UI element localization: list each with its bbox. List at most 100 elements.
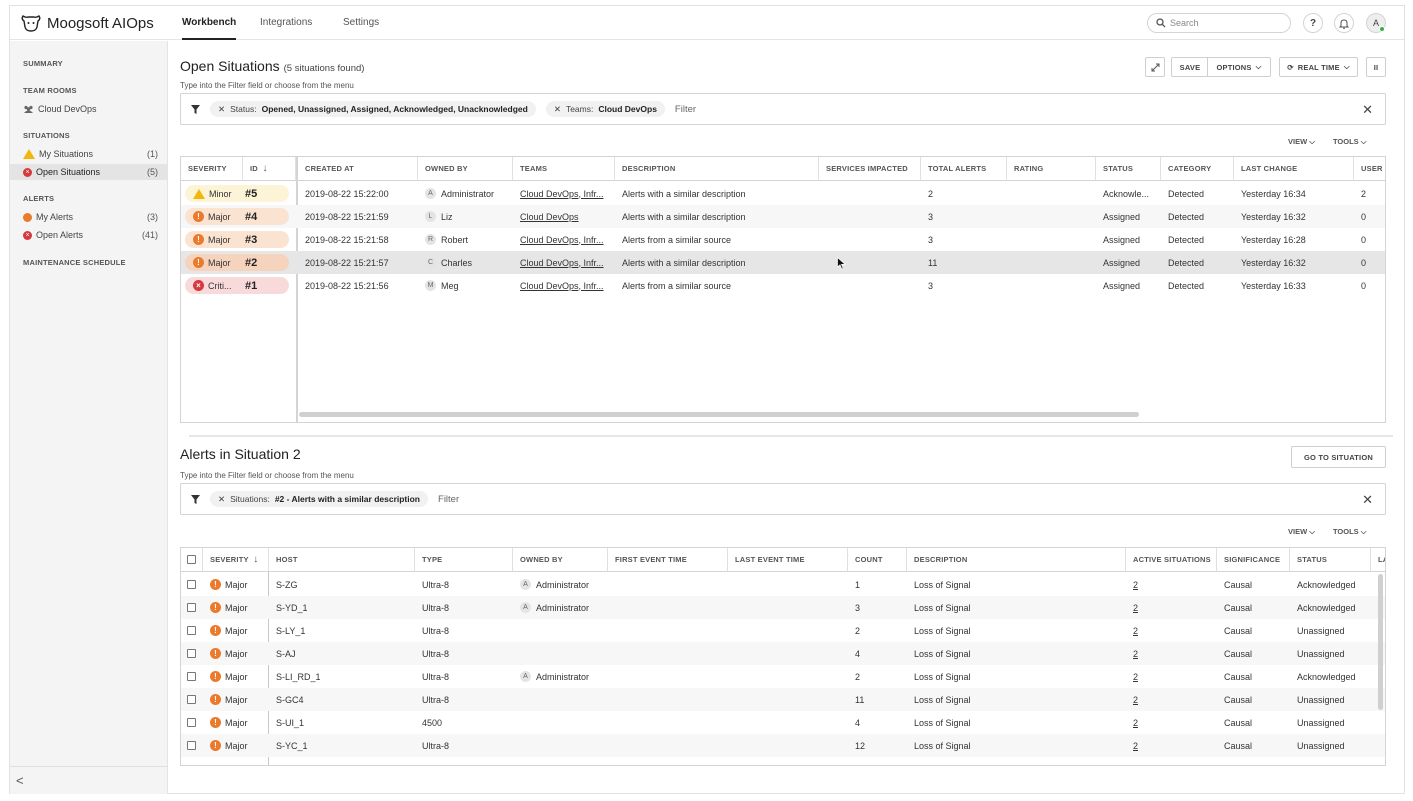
cell-teams-link[interactable]: Cloud DevOps, Infr... — [513, 251, 615, 274]
col-last-change[interactable]: LAST CHANGE — [1234, 157, 1354, 181]
col-user-comments[interactable]: USER C — [1354, 157, 1385, 181]
filter-chip-status[interactable]: ✕ Status: Opened, Unassigned, Assigned, Ac… — [210, 101, 536, 117]
vertical-scrollbar[interactable] — [1378, 574, 1383, 710]
tools-menu[interactable]: TOOLS ⌵ — [1333, 137, 1366, 147]
remove-chip-icon[interactable]: ✕ — [554, 104, 561, 115]
row-checkbox[interactable] — [187, 626, 196, 635]
col-description[interactable]: DESCRIPTION — [615, 157, 819, 181]
col-count[interactable]: COUNT — [848, 548, 907, 572]
col-type[interactable]: TYPE — [415, 548, 513, 572]
notifications-button[interactable] — [1334, 13, 1354, 33]
col-total-alerts[interactable]: TOTAL ALERTS — [921, 157, 1007, 181]
sidebar-collapse-button[interactable]: < — [10, 766, 168, 794]
table-row[interactable]: ! Major S-AJ Ultra-8 4 Loss of Signal 2 C… — [181, 642, 1385, 665]
select-all-checkbox[interactable] — [187, 555, 196, 564]
options-button[interactable]: OPTIONS ⌵ — [1207, 57, 1271, 77]
cell-active-situations-link[interactable]: 2 — [1126, 596, 1138, 619]
cell-teams-link[interactable]: Cloud DevOps, Infr... — [513, 182, 615, 205]
situations-filter-bar[interactable]: ✕ Status: Opened, Unassigned, Assigned, Ac… — [180, 93, 1386, 125]
tools-menu[interactable]: TOOLS ⌵ — [1333, 527, 1366, 537]
sidebar-item-my-alerts[interactable]: My Alerts (3) — [10, 209, 168, 225]
sidebar-maintenance-schedule[interactable]: MAINTENANCE SCHEDULE — [23, 258, 126, 267]
cell-active-situations-link[interactable]: 2 — [1126, 619, 1138, 642]
cell-teams-link[interactable]: Cloud DevOps, Infr... — [513, 274, 615, 297]
row-checkbox[interactable] — [187, 718, 196, 727]
col-select-all[interactable] — [181, 548, 203, 572]
col-last-event-time[interactable]: LAST EVENT TIME — [728, 548, 848, 572]
row-checkbox-cell[interactable] — [181, 711, 196, 734]
remove-chip-icon[interactable]: ✕ — [218, 494, 225, 505]
col-created-at[interactable]: CREATED AT — [298, 157, 418, 181]
table-row[interactable]: ! Major S-YC_1 Ultra-8 12 Loss of Signal … — [181, 734, 1385, 757]
row-checkbox[interactable] — [187, 741, 196, 750]
sidebar-item-my-situations[interactable]: My Situations (1) — [10, 146, 168, 162]
col-id[interactable]: ID ↓ — [243, 157, 296, 181]
alerts-filter-bar[interactable]: ✕ Situations: #2 - Alerts with a similar d… — [180, 483, 1386, 515]
cell-active-situations-link[interactable]: 2 — [1126, 665, 1138, 688]
table-row[interactable]: ! Major S-UI_1 4500 4 Loss of Signal 2 Ca… — [181, 711, 1385, 734]
col-severity[interactable]: SEVERITY — [181, 157, 243, 181]
cell-teams-link[interactable]: Cloud DevOps, Infr... — [513, 228, 615, 251]
col-teams[interactable]: TEAMS — [513, 157, 615, 181]
filter-chip-situations[interactable]: ✕ Situations: #2 - Alerts with a similar d… — [210, 491, 429, 507]
clear-filter-icon[interactable]: ✕ — [1362, 102, 1373, 118]
app-logo[interactable]: Moogsoft AIOps — [20, 13, 154, 33]
col-significance[interactable]: SIGNIFICANCE — [1217, 548, 1290, 572]
col-owned-by[interactable]: OWNED BY — [513, 548, 608, 572]
sidebar-item-open-alerts[interactable]: × Open Alerts (41) — [10, 227, 168, 243]
cell-active-situations-link[interactable]: 2 — [1126, 688, 1138, 711]
row-checkbox-cell[interactable] — [181, 642, 196, 665]
col-rating[interactable]: RATING — [1007, 157, 1096, 181]
col-last[interactable]: LA — [1371, 548, 1385, 572]
expand-button[interactable] — [1145, 57, 1165, 77]
cell-active-situations-link[interactable]: 2 — [1126, 642, 1138, 665]
remove-chip-icon[interactable]: ✕ — [218, 104, 225, 115]
row-checkbox[interactable] — [187, 580, 196, 589]
tab-settings[interactable]: Settings — [343, 17, 379, 28]
tab-integrations[interactable]: Integrations — [260, 17, 312, 28]
row-checkbox-cell[interactable] — [181, 596, 196, 619]
filter-chip-teams[interactable]: ✕ Teams: Cloud DevOps — [545, 101, 665, 117]
col-description[interactable]: DESCRIPTION — [907, 548, 1126, 572]
go-to-situation-button[interactable]: GO TO SITUATION — [1291, 446, 1386, 468]
row-checkbox-cell[interactable] — [181, 573, 196, 596]
col-severity[interactable]: SEVERITY ↓ — [203, 548, 269, 572]
col-status[interactable]: STATUS — [1096, 157, 1161, 181]
table-row[interactable]: Minor #5 2019-08-22 15:22:00 A Administrat… — [181, 182, 1385, 205]
view-menu[interactable]: VIEW ⌵ — [1288, 137, 1315, 147]
col-category[interactable]: CATEGORY — [1161, 157, 1234, 181]
cell-teams-link[interactable]: Cloud DevOps — [513, 205, 615, 228]
pause-button[interactable]: II — [1366, 57, 1386, 77]
col-owned-by[interactable]: OWNED BY — [418, 157, 513, 181]
row-checkbox[interactable] — [187, 649, 196, 658]
table-row[interactable]: ! Major S-YD_1 Ultra-8 A Administrator 3 L… — [181, 596, 1385, 619]
filter-input[interactable]: Filter — [438, 494, 459, 505]
real-time-button[interactable]: ⟳ REAL TIME ⌵ — [1279, 57, 1358, 77]
row-checkbox-cell[interactable] — [181, 665, 196, 688]
cell-active-situations-link[interactable]: 2 — [1126, 573, 1138, 596]
row-checkbox-cell[interactable] — [181, 619, 196, 642]
table-row[interactable]: ! Major S-LI_RD_1 Ultra-8 A Administrator … — [181, 665, 1385, 688]
col-active-situations[interactable]: ACTIVE SITUATIONS — [1126, 548, 1217, 572]
table-row[interactable]: ! Major S-LY_1 Ultra-8 2 Loss of Signal 2… — [181, 619, 1385, 642]
tab-workbench[interactable]: Workbench — [182, 17, 237, 40]
row-checkbox[interactable] — [187, 603, 196, 612]
sidebar-summary[interactable]: SUMMARY — [23, 59, 63, 68]
row-checkbox[interactable] — [187, 672, 196, 681]
view-menu[interactable]: VIEW ⌵ — [1288, 527, 1315, 537]
row-checkbox[interactable] — [187, 695, 196, 704]
user-avatar[interactable]: A — [1366, 13, 1386, 33]
row-checkbox-cell[interactable] — [181, 688, 196, 711]
table-row[interactable]: × Criti... #1 2019-08-22 15:21:56 M Meg Clo… — [181, 274, 1385, 297]
table-row[interactable]: ! Major S-ZG Ultra-8 A Administrator 1 Los… — [181, 573, 1385, 596]
table-row[interactable]: ! Major #3 2019-08-22 15:21:58 R Robert Clo… — [181, 228, 1385, 251]
panel-splitter[interactable] — [189, 435, 1393, 437]
clear-filter-icon[interactable]: ✕ — [1362, 492, 1373, 508]
sidebar-item-open-situations[interactable]: × Open Situations (5) — [10, 164, 168, 180]
filter-input[interactable]: Filter — [675, 104, 696, 115]
col-host[interactable]: HOST — [269, 548, 415, 572]
table-row-selected[interactable]: ! Major #2 2019-08-22 15:21:57 C Charles Cl… — [181, 251, 1385, 274]
col-status[interactable]: STATUS — [1290, 548, 1371, 572]
help-button[interactable]: ? — [1303, 13, 1323, 33]
cell-active-situations-link[interactable]: 2 — [1126, 734, 1138, 757]
